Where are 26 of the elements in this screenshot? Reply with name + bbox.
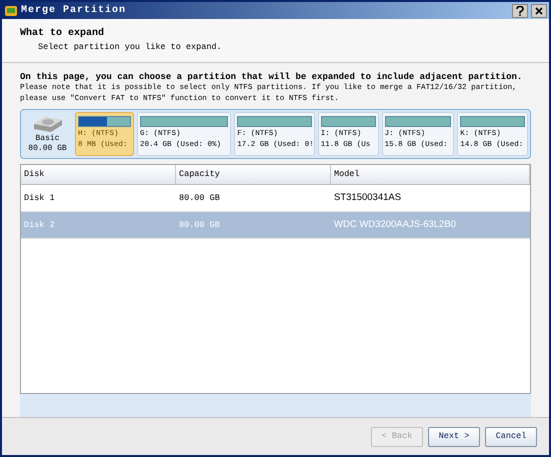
help-button[interactable] <box>512 4 528 18</box>
table-cell-text: 80.00 GB <box>178 192 221 204</box>
help-icon <box>516 6 524 16</box>
column-header[interactable]: Capacity <box>176 165 331 184</box>
table-cell-text: 80.00 GB <box>178 218 221 232</box>
column-header[interactable]: Disk <box>21 165 176 184</box>
intro-heading: On this page, you can choose a partition that will be expanded to include adjacent partition. <box>20 71 524 83</box>
app-icon <box>4 4 18 18</box>
table-cell-text: WDC WD3200AAJS-63L2B0 <box>333 218 457 232</box>
usage-bar <box>384 116 452 127</box>
disk-tile[interactable]: Basic 80.00 GB <box>23 112 72 156</box>
usage-bar <box>460 116 525 127</box>
header-title: What to expand <box>20 26 106 41</box>
wizard-button[interactable]: Next > <box>428 426 480 446</box>
usage-bar <box>320 116 376 127</box>
wizard-button[interactable]: Cancel <box>485 426 537 446</box>
disk-type: Basic <box>36 134 60 144</box>
window-title: Merge Partition <box>21 4 128 18</box>
close-icon <box>535 6 543 14</box>
table-cell-text: Disk 1 <box>23 192 56 204</box>
close-button[interactable] <box>531 4 547 18</box>
table-cell-text: Disk 2 <box>23 218 56 232</box>
header-subtitle: Select partition you like to expand. <box>37 41 223 54</box>
table-cell-text: ST31500341AS <box>333 190 402 205</box>
disk-size: 80.00 GB <box>28 144 67 154</box>
column-header[interactable]: Model <box>331 165 530 184</box>
